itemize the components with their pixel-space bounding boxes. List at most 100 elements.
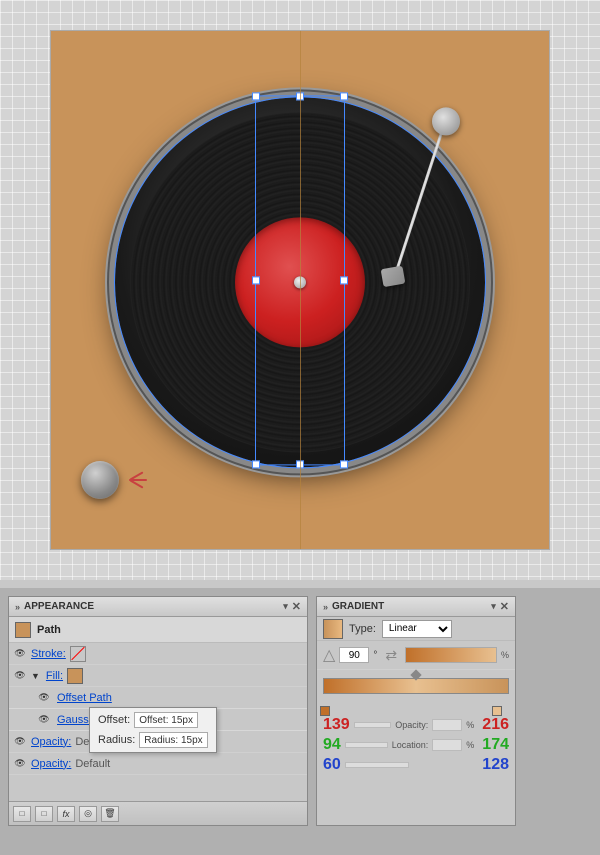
gradient-type-row: Type: Linear xyxy=(317,617,515,641)
rgb-values-section: 139 Opacity: % 216 94 Location: % 174 60 xyxy=(317,712,515,778)
no-stroke-icon xyxy=(70,646,86,662)
location-slider-mini[interactable] xyxy=(432,739,462,751)
gradient-panel-title-area: » GRADIENT xyxy=(323,601,384,612)
location-percent: % xyxy=(466,740,474,750)
panel-collapse-btn[interactable]: ▾ xyxy=(283,601,288,612)
rgb-green-row: 94 Location: % 174 xyxy=(323,736,509,754)
knob-indicator xyxy=(129,475,147,485)
offset-visibility-icon[interactable]: 👁 xyxy=(37,691,51,705)
new-stroke-btn[interactable]: □ xyxy=(35,806,53,822)
appearance-title: APPEARANCE xyxy=(24,601,94,612)
gradient-midpoint-handle[interactable] xyxy=(410,669,421,680)
offset-path-row: 👁 Offset Path xyxy=(9,687,307,709)
gradient-stop-right[interactable] xyxy=(492,706,502,716)
rgb-opacity-label: Opacity: xyxy=(395,720,428,730)
degree-symbol: ° xyxy=(373,650,377,661)
rgb-green-slider[interactable] xyxy=(345,742,388,748)
stroke-visibility-icon[interactable]: 👁 xyxy=(13,647,27,661)
gradient-mini-bar xyxy=(405,647,497,663)
fill-label[interactable]: Fill: xyxy=(46,670,63,682)
panel-title-area: » APPEARANCE xyxy=(15,601,94,612)
fill-expand-arrow[interactable]: ▼ xyxy=(31,671,40,681)
opacity-percent: % xyxy=(466,720,474,730)
offset-popup-row1: Offset: Offset: 15px xyxy=(98,712,208,728)
gradient-preview-swatch xyxy=(323,619,343,639)
gradient-double-arrow: » xyxy=(323,602,328,612)
blur-visibility-icon[interactable]: 👁 xyxy=(37,713,51,727)
gradient-stop-left[interactable] xyxy=(320,706,330,716)
rgb-blue-row: 60 128 xyxy=(323,756,509,774)
offset-popup-values: Offset: Offset: 15px Radius: Radius: 15p… xyxy=(98,712,208,748)
gradient-panel-header: » GRADIENT ▾ ✕ xyxy=(317,597,515,617)
delete-btn[interactable]: 🗑 xyxy=(101,806,119,822)
appearance-panel: » APPEARANCE ▾ ✕ Path 👁 Stroke: 👁 ▼ Fill… xyxy=(8,596,308,826)
panel-close-btn[interactable]: ✕ xyxy=(292,600,301,613)
opacity1-visibility-icon[interactable]: 👁 xyxy=(13,735,27,749)
guide-line-vertical xyxy=(300,31,301,549)
gradient-collapse-btn[interactable]: ▾ xyxy=(491,601,496,612)
gradient-close-btn[interactable]: ✕ xyxy=(500,600,509,613)
stroke-row: 👁 Stroke: xyxy=(9,643,307,665)
path-label: Path xyxy=(37,624,61,636)
bottom-panels: » APPEARANCE ▾ ✕ Path 👁 Stroke: 👁 ▼ Fill… xyxy=(0,588,600,855)
rgb-green-value2: 174 xyxy=(482,736,509,754)
gradient-title: GRADIENT xyxy=(332,601,384,612)
appearance-panel-header: » APPEARANCE ▾ ✕ xyxy=(9,597,307,617)
rgb-blue-slider[interactable] xyxy=(345,762,409,768)
gradient-type-dropdown[interactable]: Linear xyxy=(382,620,452,638)
selection-handle-top-left[interactable] xyxy=(252,92,260,100)
rgb-red-value2: 216 xyxy=(482,716,509,734)
tonearm-pivot xyxy=(432,107,460,135)
rgb-red-value: 139 xyxy=(323,716,350,734)
gradient-bar[interactable] xyxy=(323,678,509,694)
radius-value-text: Radius: 15px xyxy=(144,735,202,746)
rgb-red-slider[interactable] xyxy=(354,722,392,728)
rgb-blue-value: 60 xyxy=(323,756,341,774)
clear-btn[interactable]: ◎ xyxy=(79,806,97,822)
gradient-header-right: ▾ ✕ xyxy=(491,600,509,613)
opacity2-visibility-icon[interactable]: 👁 xyxy=(13,757,27,771)
reverse-icon[interactable]: ⇄ xyxy=(385,647,397,664)
gradient-controls: △ 90 ° ⇄ % xyxy=(317,641,515,670)
offset-label: Offset: xyxy=(98,714,130,726)
offset-popup: Offset: Offset: 15px Radius: Radius: 15p… xyxy=(89,707,217,753)
offset-value-box[interactable]: Offset: 15px xyxy=(134,712,198,728)
rgb-red-row: 139 Opacity: % 216 xyxy=(323,716,509,734)
knob-area xyxy=(81,461,147,499)
path-color-swatch xyxy=(15,622,31,638)
rgb-blue-value2: 128 xyxy=(482,756,509,774)
opacity-row-2: 👁 Opacity: Default xyxy=(9,753,307,775)
fill-row: 👁 ▼ Fill: xyxy=(9,665,307,687)
gradient-angle-value: 90 xyxy=(349,650,360,661)
percent-indicator: % xyxy=(501,650,509,660)
stroke-label[interactable]: Stroke: xyxy=(31,648,66,660)
offset-popup-row2: Radius: Radius: 15px xyxy=(98,732,208,748)
radius-value-box[interactable]: Radius: 15px xyxy=(139,732,207,748)
gradient-panel: » GRADIENT ▾ ✕ Type: Linear △ 90 ° ⇄ xyxy=(316,596,516,826)
gradient-stops-row xyxy=(323,696,509,708)
opacity-slider-mini[interactable] xyxy=(432,719,462,731)
opacity-value-2: Default xyxy=(75,758,110,770)
location-label: Location: xyxy=(392,740,429,750)
radius-label: Radius: xyxy=(98,734,135,746)
double-arrow-icon: » xyxy=(15,602,20,612)
offset-value-text: Offset: 15px xyxy=(139,715,193,726)
gradient-type-label: Type: xyxy=(349,623,376,635)
opacity-label-2[interactable]: Opacity: xyxy=(31,758,71,770)
tonearm-headshell xyxy=(381,266,406,288)
path-row: Path xyxy=(9,617,307,643)
fx-btn[interactable]: fx xyxy=(57,806,75,822)
fill-color-swatch[interactable] xyxy=(67,668,83,684)
selection-handle-top-right[interactable] xyxy=(340,92,348,100)
rgb-green-value: 94 xyxy=(323,736,341,754)
gradient-angle-box[interactable]: 90 xyxy=(339,647,369,663)
appearance-panel-toolbar: □ □ fx ◎ 🗑 xyxy=(9,801,307,825)
panel-header-right: ▾ ✕ xyxy=(283,600,301,613)
gradient-bar-container xyxy=(317,670,515,712)
angle-triangle-icon: △ xyxy=(323,645,335,665)
fill-visibility-icon[interactable]: 👁 xyxy=(13,669,27,683)
new-art-btn[interactable]: □ xyxy=(13,806,31,822)
volume-knob[interactable] xyxy=(81,461,119,499)
offset-path-link[interactable]: Offset Path xyxy=(57,692,112,704)
opacity-label-1[interactable]: Opacity: xyxy=(31,736,71,748)
